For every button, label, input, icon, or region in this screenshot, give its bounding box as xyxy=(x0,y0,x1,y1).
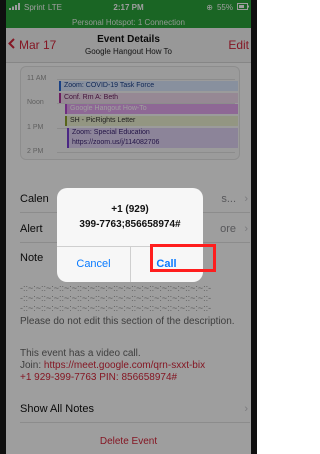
cancel-button[interactable]: Cancel xyxy=(57,246,130,282)
dialog-pin-line: 399-7763;856658974# xyxy=(79,219,181,230)
phone-screen: Sprint LTE 2:17 PM ⊕ 55% Personal Hotspo… xyxy=(0,0,257,454)
right-screen-edge xyxy=(251,0,257,454)
call-button-highlight xyxy=(150,244,216,272)
dialog-message: +1 (929) 399-7763;856658974# xyxy=(57,202,203,232)
left-screen-edge xyxy=(0,0,6,454)
dialog-number-line: +1 (929) xyxy=(111,204,149,215)
